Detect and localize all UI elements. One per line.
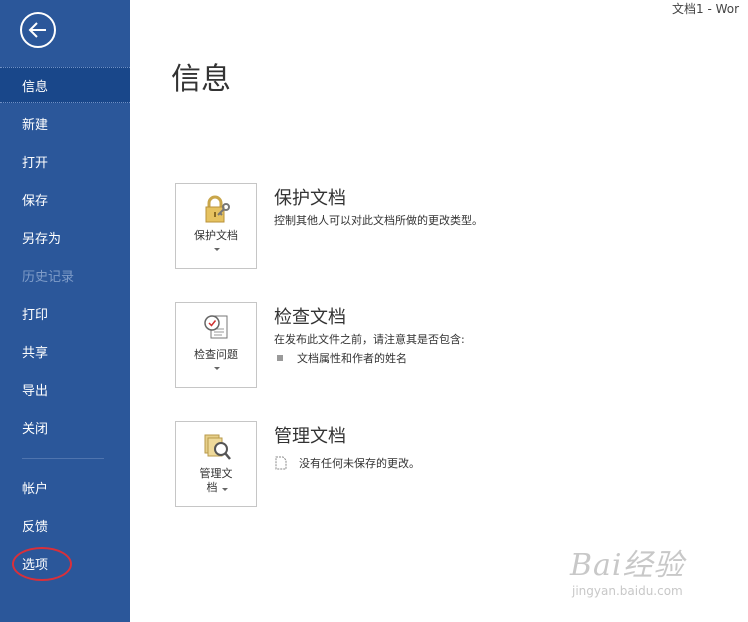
chevron-down-icon xyxy=(214,248,220,251)
inspect-document-description: 在发布此文件之前，请注意其是否包含: xyxy=(274,333,465,346)
protect-document-title: 保护文档 xyxy=(274,188,346,209)
manage-document-label-line1: 管理文 xyxy=(199,467,233,480)
manage-document-note: 没有任何未保存的更改。 xyxy=(275,455,420,471)
protect-document-label: 保护文档 xyxy=(194,229,238,242)
protect-document-button[interactable]: 保护文档 xyxy=(175,183,257,269)
nav-save[interactable]: 保存 xyxy=(0,181,130,217)
manage-document-title: 管理文档 xyxy=(274,426,346,447)
highlight-circle xyxy=(12,547,72,581)
manage-document-icon xyxy=(204,434,231,460)
manage-document-note-text: 没有任何未保存的更改。 xyxy=(299,457,420,470)
manage-document-button[interactable]: 管理文 档 xyxy=(175,421,257,507)
chevron-down-icon xyxy=(214,367,220,370)
back-arrow-icon[interactable] xyxy=(20,12,56,48)
bullet-text: 文档属性和作者的姓名 xyxy=(297,352,407,365)
document-outline-icon xyxy=(275,456,287,470)
nav-feedback[interactable]: 反馈 xyxy=(0,507,130,543)
list-item: 文档属性和作者的姓名 xyxy=(277,350,407,366)
nav-close[interactable]: 关闭 xyxy=(0,409,130,445)
check-issues-button[interactable]: 检查问题 xyxy=(175,302,257,388)
nav-print[interactable]: 打印 xyxy=(0,295,130,331)
window-title: 文档1 - Wor xyxy=(672,2,740,16)
check-issues-label: 检查问题 xyxy=(194,348,238,361)
lock-key-icon xyxy=(205,195,230,223)
nav-share[interactable]: 共享 xyxy=(0,333,130,369)
nav-divider xyxy=(22,458,104,459)
page-title: 信息 xyxy=(171,62,231,97)
bullet-icon xyxy=(277,355,283,361)
watermark-logo-text: Bai经验 xyxy=(570,548,685,583)
nav-new[interactable]: 新建 xyxy=(0,105,130,141)
watermark-url: jingyan.baidu.com xyxy=(572,584,683,598)
manage-document-label-line2: 档 xyxy=(206,481,218,494)
nav-history: 历史记录 xyxy=(22,269,75,285)
chevron-down-icon xyxy=(222,488,228,491)
watermark: Bai经验 jingyan.baidu.com xyxy=(570,540,685,598)
nav-info[interactable]: 信息 xyxy=(0,67,130,103)
inspect-document-icon xyxy=(204,315,228,339)
nav-account[interactable]: 帐户 xyxy=(0,469,130,505)
nav-open[interactable]: 打开 xyxy=(0,143,130,179)
protect-document-description: 控制其他人可以对此文档所做的更改类型。 xyxy=(274,214,483,227)
nav-save-as[interactable]: 另存为 xyxy=(0,219,130,255)
inspect-document-title: 检查文档 xyxy=(274,307,346,328)
backstage-sidebar: 信息 新建 打开 保存 另存为 历史记录 打印 共享 导出 关闭 帐户 反馈 选… xyxy=(0,0,130,622)
nav-export[interactable]: 导出 xyxy=(0,371,130,407)
